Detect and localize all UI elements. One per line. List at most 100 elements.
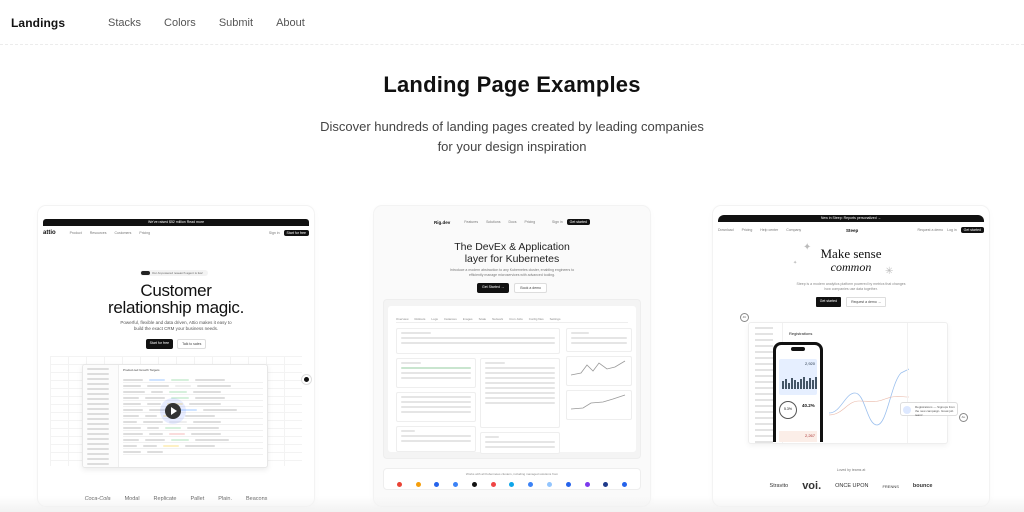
customer-logos: Stravito voi. ONCE UPON FRENNS bounce: [713, 480, 989, 492]
dashboard-tab: Network: [492, 317, 504, 321]
landing-card-attio[interactable]: We've raised $52 million Read more attio…: [38, 206, 314, 506]
site-nav-link: Features: [464, 220, 479, 224]
nav-link-about[interactable]: About: [276, 17, 305, 29]
site-nav-link: Solutions: [486, 220, 501, 224]
site-cta: Get started: [566, 219, 590, 225]
headline-line-2: layer for Kubernetes: [464, 253, 560, 265]
phone-stat: 2,267: [804, 433, 815, 438]
site-description: Powerful, flexible and data driven, Atti…: [120, 320, 232, 331]
customer-logo: bounce: [912, 483, 933, 489]
phone-stat: 5.3%: [779, 401, 797, 419]
site-nav-link: Pricing: [524, 220, 536, 224]
site-nav: Download Pricing Help center Company Ste…: [718, 224, 984, 236]
avatar: AL: [959, 413, 968, 422]
site-nav-link: Download: [718, 228, 734, 232]
integration-logo-icon: [453, 482, 459, 487]
integration-logo-icon: [622, 482, 628, 487]
site-nav-link: Company: [786, 228, 802, 232]
headline-line-2: common: [830, 260, 872, 274]
headline-line-2: relationship magic.: [107, 298, 245, 317]
landing-card-steep[interactable]: New in Steep: Reports personalized → Dow…: [713, 206, 989, 506]
site-nav-link: Request a demo: [917, 228, 944, 232]
customer-logo: FRENNS: [882, 483, 899, 489]
headline-line-1: The DevEx & Application: [454, 241, 570, 253]
site-primary-button: Get Started →: [477, 283, 510, 293]
announcement-banner: New in Steep: Reports personalized →: [718, 215, 984, 222]
site-nav-link: Pricing: [741, 228, 753, 232]
brand-logo[interactable]: Landings: [11, 16, 65, 30]
bottom-fade: [0, 496, 1024, 512]
site-sign-in: Sign in: [268, 231, 280, 235]
phone-stat: 40.2%: [802, 403, 815, 408]
phone-stat: 2,920: [804, 361, 815, 366]
site-sign-in: Sign in: [551, 220, 563, 224]
site-nav-link: Resources: [89, 231, 107, 235]
announcement-banner: We've raised $52 million Read more: [43, 219, 309, 226]
integration-logo-icon: [415, 482, 421, 487]
dashboard-panel: [566, 390, 632, 420]
integration-logo-icon: [528, 482, 534, 487]
integration-logo-icon: [434, 482, 440, 487]
site-nav-link: Docs: [508, 220, 517, 224]
customer-logo: Stravito: [769, 483, 789, 489]
customer-logo: voi.: [802, 480, 822, 492]
app-title: Registrations: [789, 331, 813, 336]
site-nav-link: Log in: [947, 228, 957, 232]
nav-links: Stacks Colors Submit About: [108, 17, 328, 29]
integration-logo-icon: [509, 482, 515, 487]
app-table: [123, 377, 263, 455]
site-nav-link: Pricing: [139, 231, 151, 235]
chat-widget-icon: [302, 375, 311, 384]
site-nav-link: Customers: [114, 231, 132, 235]
dashboard-tab: Images: [462, 317, 473, 321]
phone-mockup: 2,920 5.3% 40.2% 2,267: [773, 342, 823, 442]
site-secondary-button: Talk to sales: [177, 339, 207, 349]
site-secondary-button: Book a demo: [514, 283, 547, 293]
site-nav-link: Product: [69, 231, 82, 235]
dashboard-tab: Logs: [431, 317, 438, 321]
site-primary-button: Start for free: [145, 339, 174, 349]
dashboard-tab: Settings: [549, 317, 561, 321]
site-buttons: Get Started → Book a demo: [374, 283, 650, 293]
integration-icons: [384, 482, 640, 487]
site-cta: Start for free: [283, 230, 309, 236]
announcement-pill: Our AI-powered research agent is live!: [140, 270, 208, 276]
nav-link-submit[interactable]: Submit: [219, 17, 253, 29]
loved-by-text: Loved by teams at: [836, 468, 866, 472]
site-description: Steep is a modern analytics platform pow…: [796, 282, 906, 291]
site-logo: Steep: [846, 227, 859, 233]
page-title: Landing Page Examples: [383, 72, 641, 97]
landing-card-rigdev[interactable]: Rig.dev Features Solutions Docs Pricing …: [374, 206, 650, 506]
integration-logo-icon: [490, 482, 496, 487]
dashboard-tab: Scale: [478, 317, 487, 321]
site-description: Introduce a modern abstraction to any Ku…: [449, 268, 575, 277]
play-video-icon: [165, 403, 181, 419]
page-subtitle: Discover hundreds of landing pages creat…: [320, 119, 704, 154]
dashboard-preview: Overview Rollouts Logs Instances Images …: [383, 299, 641, 459]
dashboard-tab: Overview: [396, 317, 409, 321]
customer-logo: ONCE UPON: [835, 483, 869, 489]
headline-line-1: Customer: [140, 281, 212, 300]
nav-link-colors[interactable]: Colors: [164, 17, 196, 29]
site-logo: Rig.dev: [434, 219, 451, 225]
app-sidebar: [83, 365, 119, 467]
dashboard-tab: Cron Jobs: [509, 317, 523, 321]
dashboard-tab: Config files: [528, 317, 544, 321]
phone-chart-card: 2,920: [779, 359, 817, 395]
nav-link-stacks[interactable]: Stacks: [108, 17, 141, 29]
dashboard-panel: [566, 356, 632, 386]
dashboard-tab: Rollouts: [414, 317, 426, 321]
integrations-text: Works with all Kubernetes clusters, incl…: [465, 472, 559, 476]
registrations-chart: [829, 368, 909, 426]
site-logo: attio: [43, 230, 56, 236]
dashboard-tab: Instances: [443, 317, 457, 321]
site-buttons: Start for free Talk to sales: [38, 339, 314, 349]
integration-logo-icon: [471, 482, 477, 487]
notification-toast: Registrations — Signups from the new cam…: [900, 402, 958, 417]
avatar: JC: [740, 313, 749, 322]
dashboard-panel: [396, 392, 476, 422]
dashboard-panel: [480, 358, 560, 428]
dashboard-panel: [396, 328, 560, 354]
cpu-sparkline: [570, 360, 626, 376]
integrations-strip: Works with all Kubernetes clusters, incl…: [383, 468, 641, 490]
